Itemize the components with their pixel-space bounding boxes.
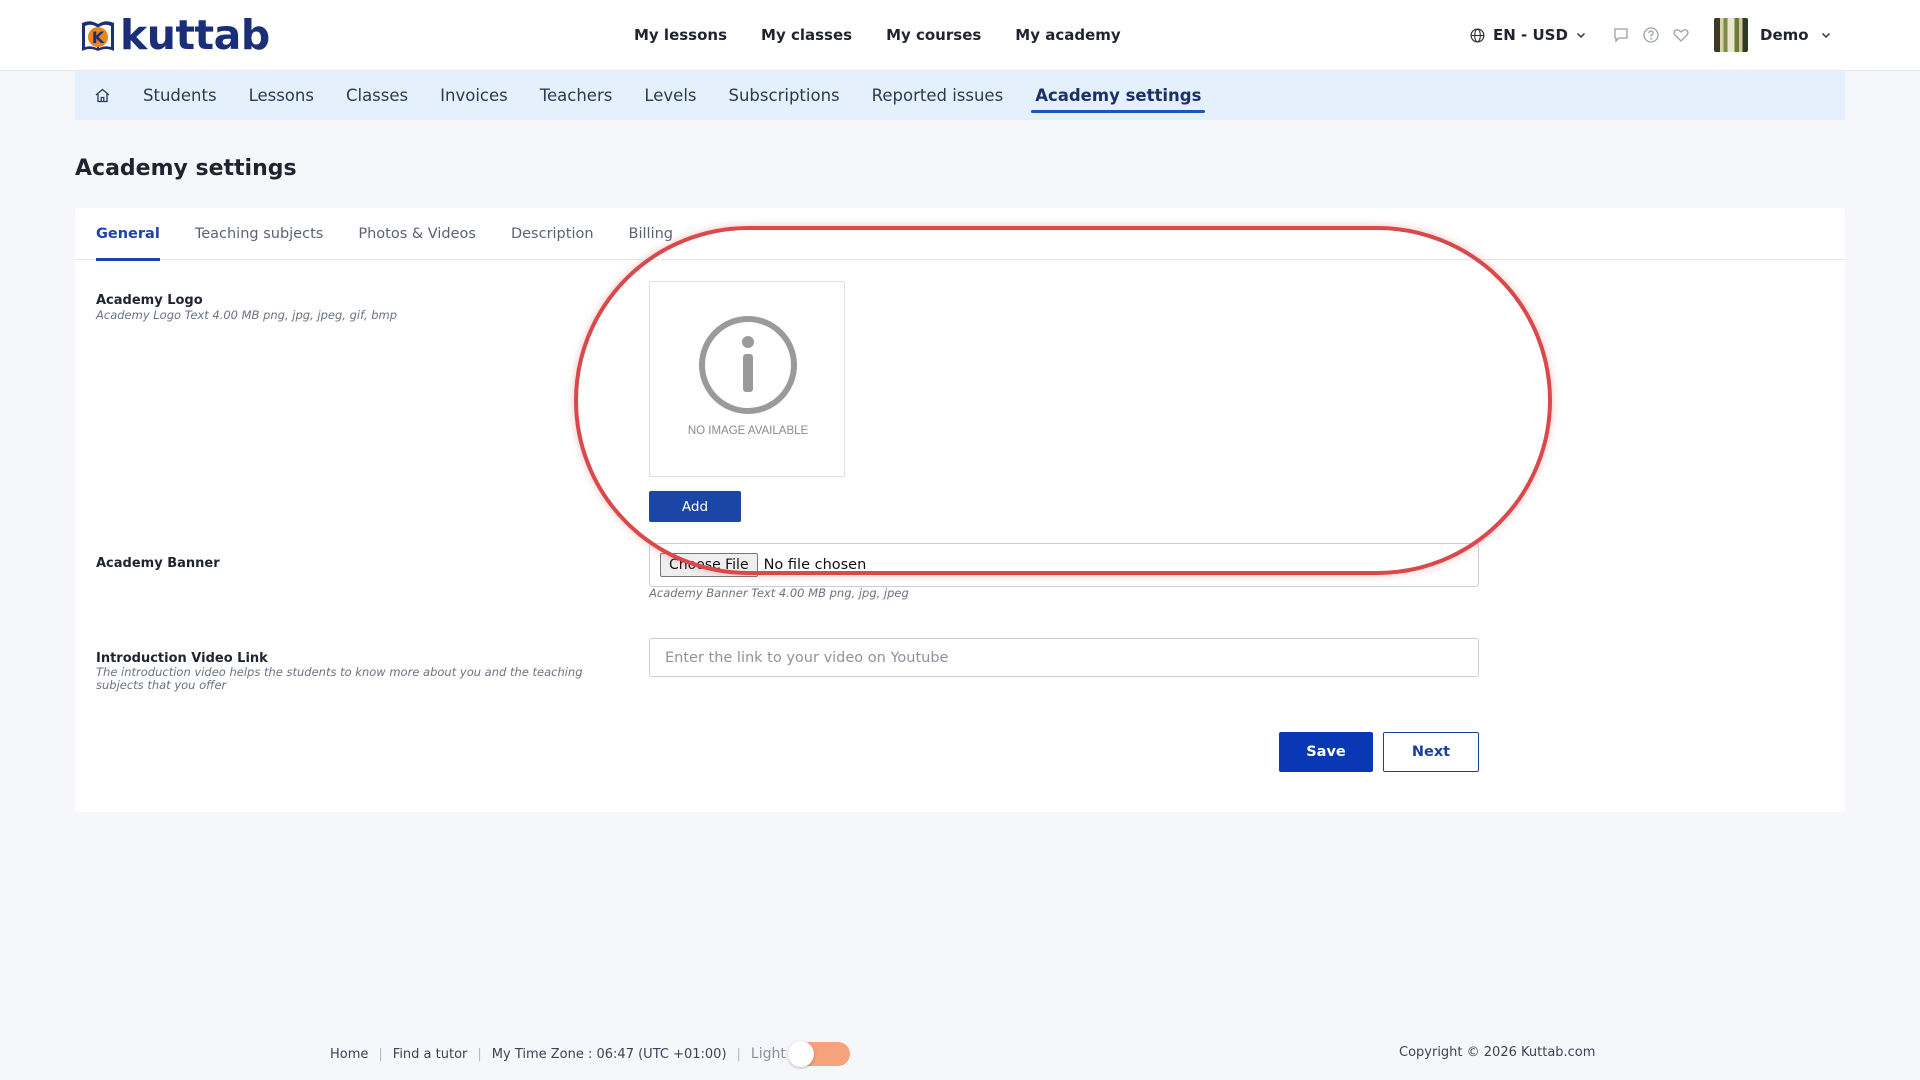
user-name: Demo: [1760, 26, 1809, 44]
intro-video-help: The introduction video helps the student…: [96, 665, 583, 692]
chevron-down-icon: [1821, 32, 1830, 39]
globe-icon: [1470, 28, 1485, 42]
subnav-item-reported-issues[interactable]: Reported issues: [872, 71, 1004, 120]
theme-label: Light: [750, 1046, 786, 1062]
language-currency-selector[interactable]: EN - USD: [1470, 0, 1586, 70]
subnav-item-classes[interactable]: Classes: [346, 71, 408, 120]
home-button[interactable]: [75, 71, 129, 120]
top-header: K kuttab My lessons My classes My course…: [0, 0, 1920, 71]
info-icon: [699, 316, 797, 414]
nav-my-academy[interactable]: My academy: [1015, 26, 1120, 44]
tab-teaching-subjects[interactable]: Teaching subjects: [195, 208, 324, 260]
avatar: [1714, 18, 1748, 52]
settings-card: General Teaching subjects Photos & Video…: [75, 208, 1845, 812]
tab-photos-videos[interactable]: Photos & Videos: [358, 208, 476, 260]
subnav-item-subscriptions[interactable]: Subscriptions: [729, 71, 840, 120]
chat-icon[interactable]: [1612, 26, 1630, 44]
copyright: Copyright © 2026 Kuttab.com: [1399, 1045, 1596, 1060]
tab-description[interactable]: Description: [511, 208, 594, 260]
main-nav: My lessons My classes My courses My acad…: [634, 0, 1121, 70]
academy-subnav: Students Lessons Classes Invoices Teache…: [75, 71, 1845, 120]
nav-my-courses[interactable]: My courses: [886, 26, 981, 44]
subnav-item-lessons[interactable]: Lessons: [249, 71, 314, 120]
intro-video-input[interactable]: [649, 638, 1479, 677]
header-icons: [1612, 0, 1690, 70]
intro-video-label: Introduction Video Link: [96, 651, 268, 666]
next-button[interactable]: Next: [1383, 732, 1479, 772]
subnav-item-levels[interactable]: Levels: [644, 71, 696, 120]
footer-separator: |: [736, 1046, 741, 1062]
choose-file-button[interactable]: Choose File: [660, 553, 758, 577]
page-title: Academy settings: [75, 156, 297, 181]
logo-book-icon: K: [82, 21, 114, 51]
logo-text: kuttab: [120, 11, 270, 59]
subnav-item-academy-settings[interactable]: Academy settings: [1031, 71, 1206, 120]
subnav-item-teachers[interactable]: Teachers: [540, 71, 613, 120]
nav-my-lessons[interactable]: My lessons: [634, 26, 727, 44]
language-label: EN - USD: [1493, 26, 1568, 44]
help-icon[interactable]: [1642, 26, 1660, 44]
settings-tabs: General Teaching subjects Photos & Video…: [75, 208, 1845, 261]
banner-file-input[interactable]: Choose File No file chosen: [649, 543, 1479, 587]
tab-billing[interactable]: Billing: [629, 208, 673, 260]
kuttab-logo[interactable]: K kuttab: [78, 12, 270, 58]
heart-icon[interactable]: [1672, 26, 1690, 44]
save-button[interactable]: Save: [1279, 732, 1373, 772]
subnav-item-invoices[interactable]: Invoices: [440, 71, 508, 120]
footer-find-tutor-link[interactable]: Find a tutor: [393, 1047, 468, 1062]
home-icon: [95, 88, 109, 103]
footer-timezone: My Time Zone : 06:47 (UTC +01:00): [491, 1046, 727, 1062]
no-image-text: NO IMAGE AVAILABLE: [687, 425, 809, 437]
logo-letter: K: [92, 28, 105, 47]
footer-separator: |: [378, 1046, 383, 1062]
footer-separator: |: [477, 1046, 482, 1062]
chevron-down-icon: [1576, 32, 1585, 39]
academy-logo-label: Academy Logo: [96, 293, 203, 308]
user-menu[interactable]: Demo: [1714, 0, 1831, 70]
academy-banner-help: Academy Banner Text 4.00 MB png, jpg, jp…: [649, 586, 909, 600]
academy-logo-help: Academy Logo Text 4.00 MB png, jpg, jpeg…: [96, 308, 398, 322]
academy-banner-label: Academy Banner: [96, 556, 220, 571]
logo-preview: NO IMAGE AVAILABLE: [649, 281, 845, 477]
tab-general[interactable]: General: [96, 208, 160, 261]
footer-home-link[interactable]: Home: [330, 1047, 368, 1062]
add-logo-button[interactable]: Add: [649, 491, 741, 522]
subnav-item-students[interactable]: Students: [143, 71, 217, 120]
nav-my-classes[interactable]: My classes: [761, 26, 852, 44]
theme-toggle[interactable]: [787, 1041, 850, 1067]
file-status: No file chosen: [763, 557, 867, 573]
footer: Home | Find a tutor | My Time Zone : 06:…: [330, 1040, 850, 1068]
